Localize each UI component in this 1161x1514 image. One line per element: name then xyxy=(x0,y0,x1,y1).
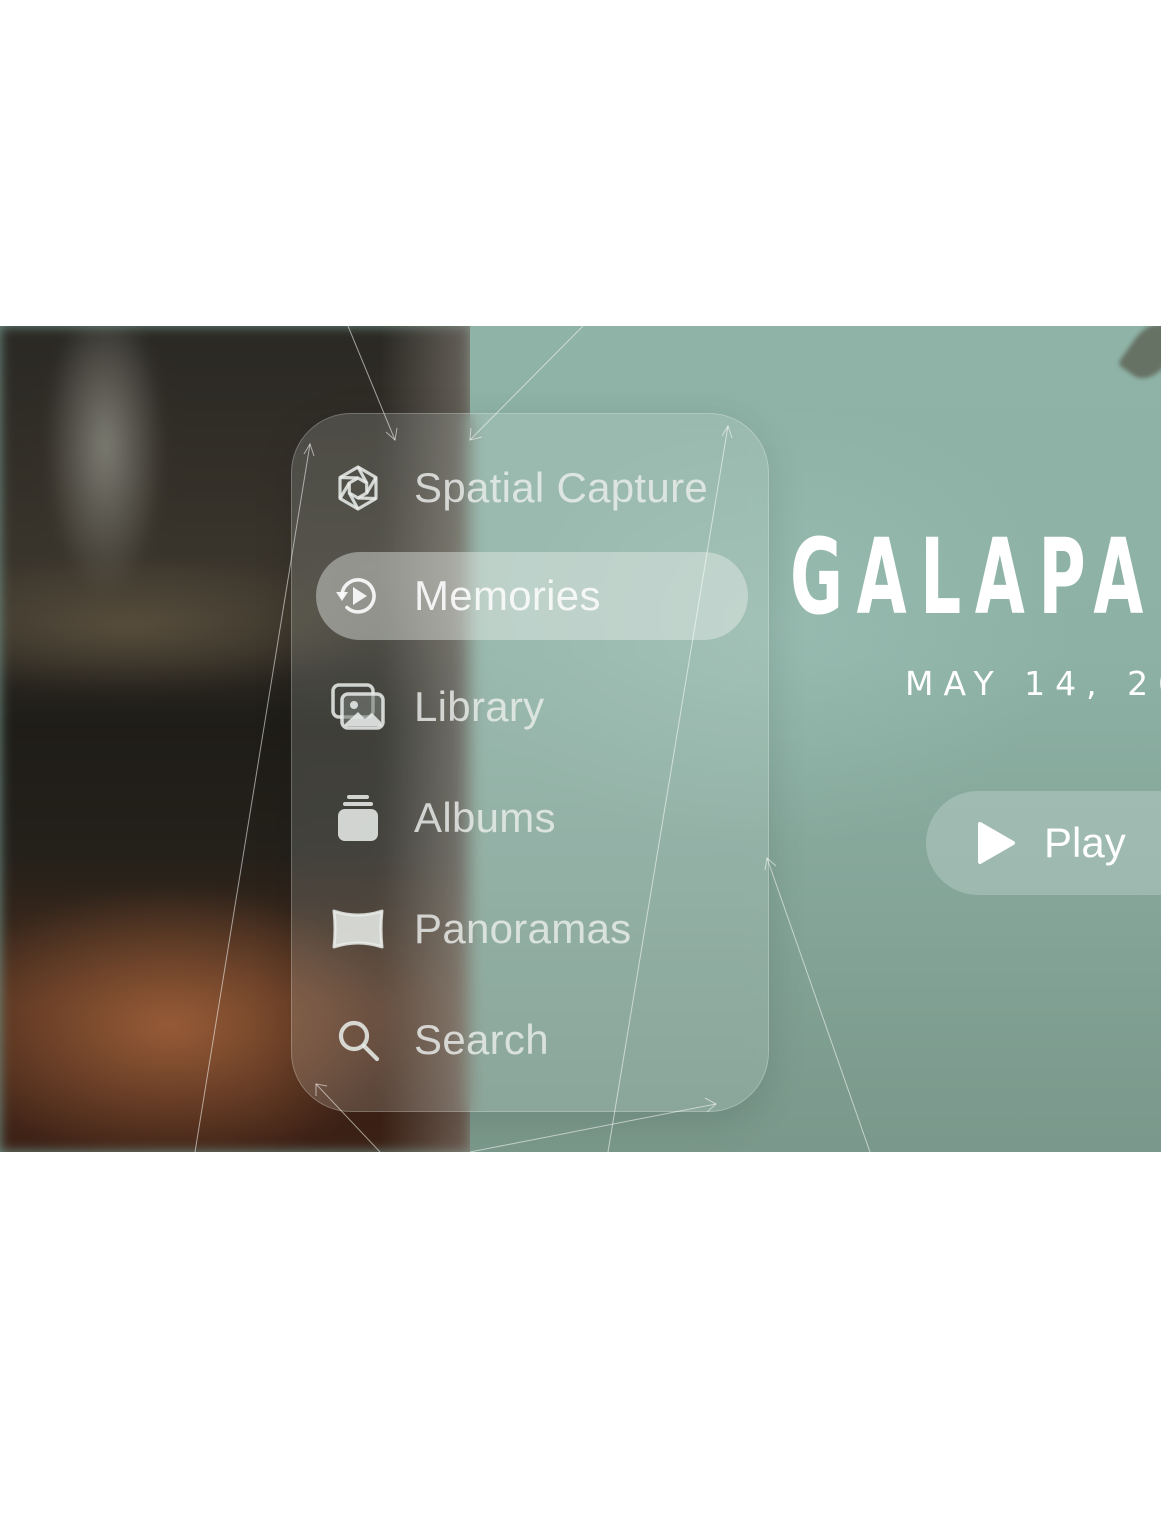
sidebar-item-label: Search xyxy=(414,1016,549,1063)
sidebar-item-label: Memories xyxy=(414,572,601,619)
sidebar-item-library[interactable]: Library xyxy=(316,663,748,751)
memory-date: MAY 14, 20 xyxy=(905,664,1161,703)
sidebar-item-search[interactable]: Search xyxy=(316,996,748,1084)
albums-stack-icon xyxy=(330,790,386,846)
app-scene: GALAPA MAY 14, 20 Play Spatial Capture M… xyxy=(0,326,1161,1152)
photo-library-icon xyxy=(330,679,386,735)
panorama-icon xyxy=(330,901,386,957)
sidebar-item-albums[interactable]: Albums xyxy=(316,774,748,862)
sidebar-panel: Spatial Capture Memories Library Albums … xyxy=(291,413,769,1112)
sidebar-item-label: Panoramas xyxy=(414,905,632,952)
sidebar-item-panoramas[interactable]: Panoramas xyxy=(316,885,748,973)
memory-title: GALAPA xyxy=(790,516,1157,638)
sidebar-item-memories[interactable]: Memories xyxy=(316,552,748,640)
sidebar-item-label: Albums xyxy=(414,794,556,841)
leaf-shape xyxy=(1117,326,1161,388)
sidebar-item-label: Library xyxy=(414,683,545,730)
play-label: Play xyxy=(1044,819,1126,866)
play-icon xyxy=(978,822,1015,864)
sidebar-item-label: Spatial Capture xyxy=(414,464,709,511)
search-icon xyxy=(330,1012,386,1068)
sidebar-item-spatial-capture[interactable]: Spatial Capture xyxy=(316,444,748,532)
memories-icon xyxy=(330,568,386,624)
aperture-icon xyxy=(330,460,386,516)
play-button[interactable]: Play xyxy=(926,791,1161,895)
